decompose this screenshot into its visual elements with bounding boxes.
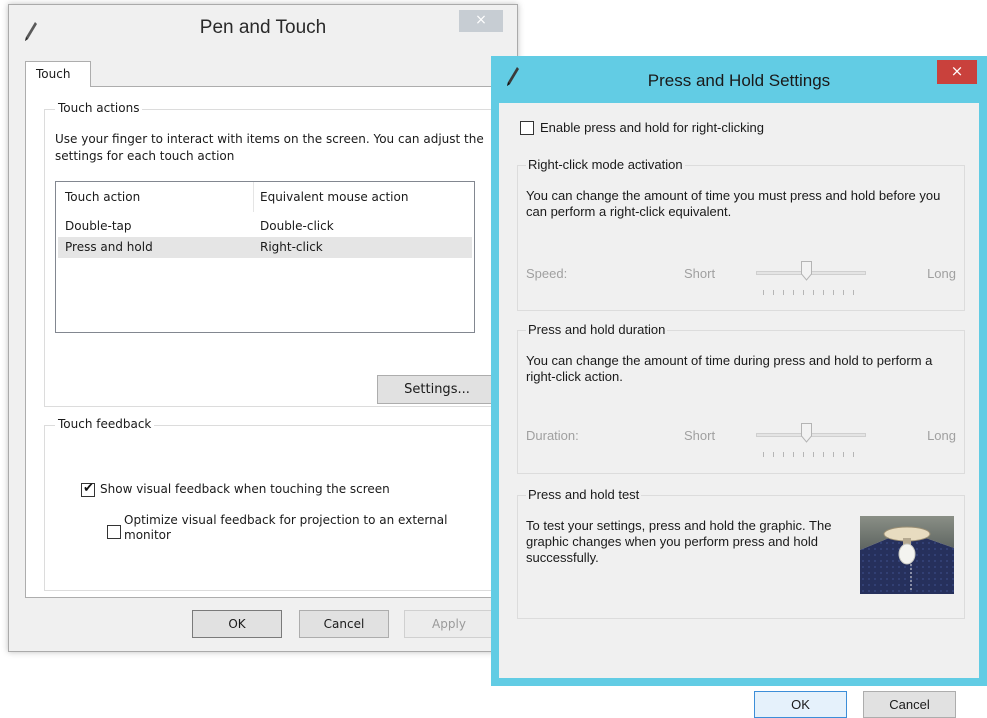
slider-ticks <box>763 290 863 295</box>
list-header: Touch action Equivalent mouse action <box>56 182 474 212</box>
cancel-button[interactable]: Cancel <box>299 610 389 638</box>
press-and-hold-window: Press and Hold Settings × Enable press a… <box>491 56 987 718</box>
touch-feedback-group: Touch feedback ✔ Show visual feedback wh… <box>44 417 494 591</box>
right-click-activation-group: Right-click mode activation You can chan… <box>517 157 965 311</box>
press-hold-duration-group: Press and hold duration You can change t… <box>517 322 965 474</box>
long-label: Long <box>927 428 956 443</box>
duration-description: You can change the amount of time during… <box>526 353 933 384</box>
enable-press-hold-label[interactable]: Enable press and hold for right-clicking <box>540 120 764 135</box>
tab-touch[interactable]: Touch <box>25 61 91 87</box>
group-label: Press and hold duration <box>526 322 668 337</box>
short-label: Short <box>684 428 716 443</box>
group-label: Right-click mode activation <box>526 157 685 172</box>
checkmark-icon: ✔ <box>83 481 94 496</box>
right-click-description: You can change the amount of time you mu… <box>526 188 941 219</box>
column-divider[interactable] <box>253 182 254 212</box>
cancel-button[interactable]: Cancel <box>863 691 956 718</box>
duration-label: Duration: <box>526 428 579 443</box>
touch-actions-description: Use your finger to interact with items o… <box>55 132 484 163</box>
mouse-action-cell: Double-click <box>260 219 334 233</box>
speed-label: Speed: <box>526 266 568 281</box>
list-item[interactable]: Double-tap Double-click <box>58 216 472 237</box>
column-header-mouse-action[interactable]: Equivalent mouse action <box>260 190 408 204</box>
title-bar[interactable]: Pen and Touch × <box>9 5 517 51</box>
column-header-touch-action[interactable]: Touch action <box>65 190 140 204</box>
pen-and-touch-window: Pen and Touch × Touch Touch actions Use … <box>8 4 518 652</box>
test-lightbulb-image[interactable] <box>860 516 954 594</box>
group-label: Touch feedback <box>55 417 155 431</box>
dialog-client-area: Enable press and hold for right-clicking… <box>499 103 979 718</box>
title-bar[interactable]: Press and Hold Settings × <box>491 56 987 98</box>
group-label: Press and hold test <box>526 487 642 502</box>
slider-thumb[interactable] <box>801 423 812 443</box>
ok-button[interactable]: OK <box>754 691 847 718</box>
projection-feedback-checkbox[interactable] <box>107 525 121 539</box>
ok-button[interactable]: OK <box>192 610 282 638</box>
touch-action-cell: Double-tap <box>65 219 132 233</box>
window-title: Pen and Touch <box>199 17 327 38</box>
close-button[interactable]: × <box>459 10 503 32</box>
press-hold-test-group: Press and hold test To test your setting… <box>517 487 965 619</box>
test-description: To test your settings, press and hold th… <box>526 518 832 565</box>
projection-feedback-label[interactable]: Optimize visual feedback for projection … <box>124 513 474 543</box>
slider-ticks <box>763 452 863 457</box>
visual-feedback-checkbox[interactable]: ✔ <box>81 481 95 497</box>
short-label: Short <box>684 266 716 281</box>
touch-action-cell: Press and hold <box>65 240 153 254</box>
touch-actions-list[interactable]: Touch action Equivalent mouse action Dou… <box>55 181 475 333</box>
list-item-selected[interactable]: Press and hold Right-click <box>58 237 472 258</box>
slider-thumb[interactable] <box>801 261 812 281</box>
settings-button[interactable]: Settings... <box>377 375 497 404</box>
close-button[interactable]: × <box>937 60 977 84</box>
touch-actions-group: Touch actions Use your finger to interac… <box>44 101 497 407</box>
window-title: Press and Hold Settings <box>647 71 831 90</box>
long-label: Long <box>927 266 956 281</box>
visual-feedback-label[interactable]: Show visual feedback when touching the s… <box>100 482 390 496</box>
group-label: Touch actions <box>55 101 143 115</box>
tab-panel: Touch actions Use your finger to interac… <box>25 86 509 598</box>
mouse-action-cell: Right-click <box>260 240 323 254</box>
apply-button[interactable]: Apply <box>404 610 494 638</box>
enable-press-hold-checkbox[interactable] <box>520 121 534 135</box>
duration-slider-row: Duration: Short Long <box>526 423 956 464</box>
speed-slider-row: Speed: Short Long <box>526 261 956 302</box>
